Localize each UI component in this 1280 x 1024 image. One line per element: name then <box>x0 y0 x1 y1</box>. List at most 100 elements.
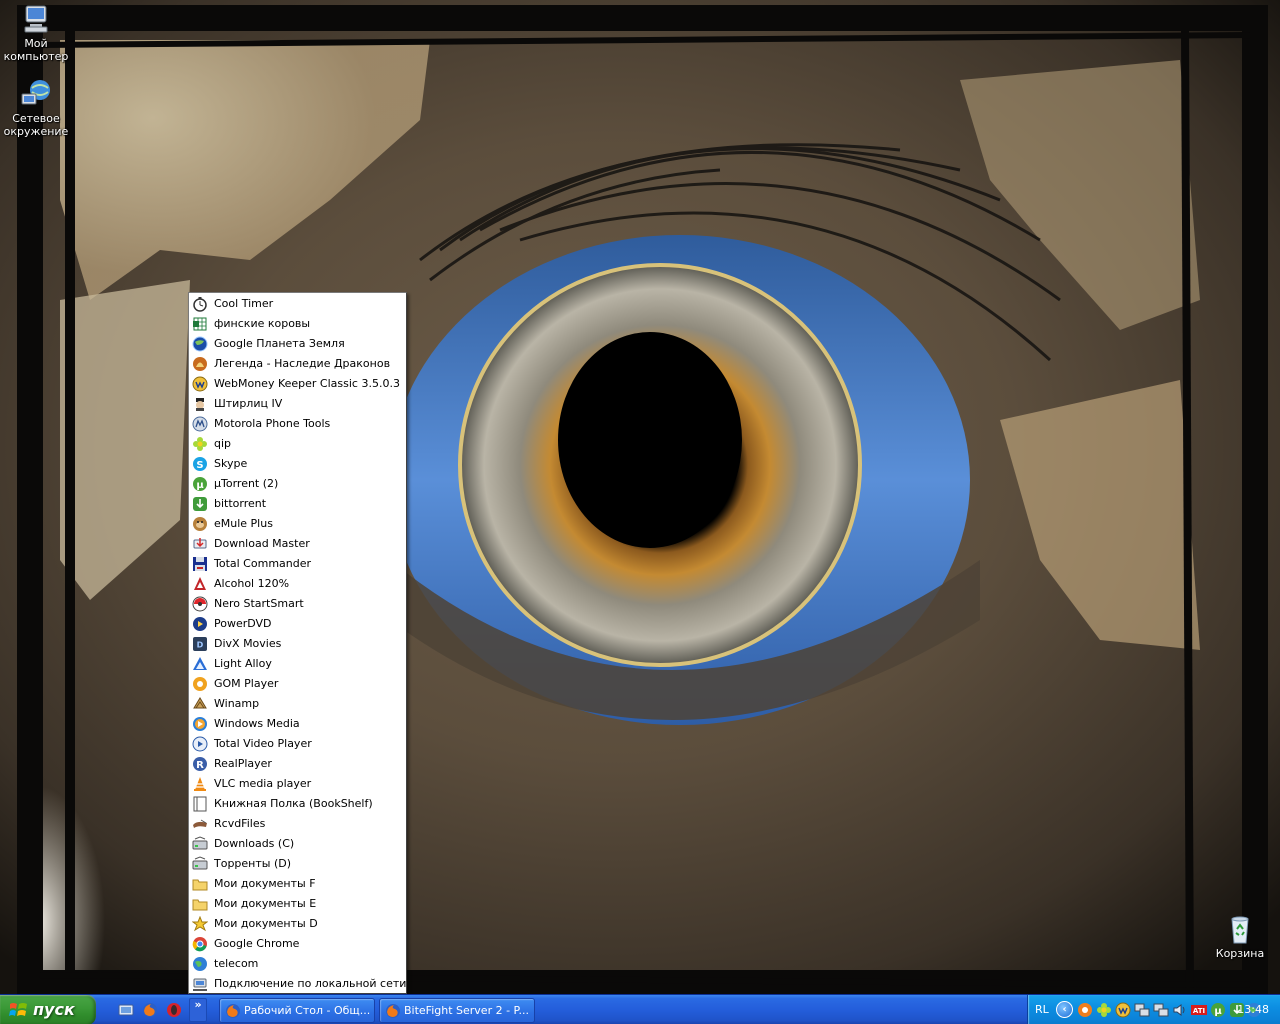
menu-item-24[interactable]: VLC media player <box>189 774 406 794</box>
menu-item-27[interactable]: Downloads (C) <box>189 834 406 854</box>
start-button[interactable]: пуск <box>0 995 96 1024</box>
network-places-icon <box>20 78 52 110</box>
menu-item-34[interactable]: Подключение по локальной сети <box>189 974 406 994</box>
menu-item-18[interactable]: Light Alloy <box>189 654 406 674</box>
menu-item-label: WebMoney Keeper Classic 3.5.0.3 <box>214 377 400 390</box>
menu-item-label: Мои документы E <box>214 897 317 910</box>
menu-item-14[interactable]: Alcohol 120% <box>189 574 406 594</box>
menu-item-1[interactable]: финские коровы <box>189 314 406 334</box>
avast-icon[interactable] <box>1077 1002 1093 1018</box>
menu-item-5[interactable]: Штирлиц IV <box>189 394 406 414</box>
menu-item-label: Total Commander <box>214 557 312 570</box>
menu-item-30[interactable]: Мои документы E <box>189 894 406 914</box>
taskbar: пуск » Рабочий Стол - Общ... BiteFight S… <box>0 994 1280 1024</box>
menu-item-15[interactable]: Nero StartSmart <box>189 594 406 614</box>
menu-item-32[interactable]: Google Chrome <box>189 934 406 954</box>
menu-item-12[interactable]: Download Master <box>189 534 406 554</box>
total-commander-icon <box>192 556 208 572</box>
menu-item-label: Торренты (D) <box>214 857 292 870</box>
speaker-icon[interactable] <box>1172 1002 1188 1018</box>
menu-item-29[interactable]: Мои документы F <box>189 874 406 894</box>
menu-item-label: Nero StartSmart <box>214 597 304 610</box>
menu-item-28[interactable]: Торренты (D) <box>189 854 406 874</box>
network-icon[interactable] <box>1134 1002 1150 1018</box>
menu-item-label: RealPlayer <box>214 757 272 770</box>
webmoney-icon[interactable] <box>1115 1002 1131 1018</box>
svg-text:S: S <box>196 460 203 471</box>
menu-item-19[interactable]: GOM Player <box>189 674 406 694</box>
utorrent-icon[interactable]: µ <box>1210 1002 1226 1018</box>
menu-item-label: RcvdFiles <box>214 817 266 830</box>
language-indicator[interactable]: RL <box>1035 1003 1049 1016</box>
svg-text:µ: µ <box>1214 1006 1222 1017</box>
menu-item-16[interactable]: PowerDVD <box>189 614 406 634</box>
bookshelf-icon <box>192 796 208 812</box>
qip-flower-icon[interactable] <box>1096 1002 1112 1018</box>
menu-item-label: Штирлиц IV <box>214 397 283 410</box>
menu-item-9[interactable]: µ µTorrent (2) <box>189 474 406 494</box>
system-tray: RL ‹ ATI µ 13:48 <box>1027 995 1280 1024</box>
svg-text:ATI: ATI <box>1193 1007 1205 1015</box>
dragon-game-icon <box>192 356 208 372</box>
clock[interactable]: 13:48 <box>1237 1003 1269 1016</box>
start-label: пуск <box>33 1000 75 1019</box>
svg-text:R: R <box>196 760 204 771</box>
opera-icon[interactable] <box>166 1002 182 1018</box>
menu-item-3[interactable]: Легенда - Наследие Драконов <box>189 354 406 374</box>
menu-item-4[interactable]: WebMoney Keeper Classic 3.5.0.3 <box>189 374 406 394</box>
firefox-icon[interactable] <box>142 1002 158 1018</box>
menu-item-21[interactable]: Windows Media <box>189 714 406 734</box>
menu-item-20[interactable]: Winamp <box>189 694 406 714</box>
menu-item-label: Мои документы F <box>214 877 316 890</box>
menu-item-label: Google Chrome <box>214 937 300 950</box>
task-button-desktop[interactable]: Рабочий Стол - Общ... <box>219 998 375 1023</box>
desktop-icon-my-computer[interactable]: Мой компьютер <box>0 3 72 63</box>
menu-item-23[interactable]: R RealPlayer <box>189 754 406 774</box>
menu-item-label: qip <box>214 437 232 450</box>
quick-launch-chevron[interactable]: » <box>189 998 207 1022</box>
menu-item-26[interactable]: RcvdFiles <box>189 814 406 834</box>
utorrent-icon: µ <box>192 476 208 492</box>
menu-item-label: Winamp <box>214 697 260 710</box>
folder-icon <box>192 896 208 912</box>
menu-item-label: DivX Movies <box>214 637 282 650</box>
menu-item-10[interactable]: bittorrent <box>189 494 406 514</box>
menu-item-31[interactable]: Мои документы D <box>189 914 406 934</box>
menu-item-33[interactable]: telecom <box>189 954 406 974</box>
desktop-icon-label: Корзина <box>1215 947 1265 960</box>
network-icon[interactable] <box>1153 1002 1169 1018</box>
menu-item-13[interactable]: Total Commander <box>189 554 406 574</box>
menu-item-22[interactable]: Total Video Player <box>189 734 406 754</box>
menu-item-label: bittorrent <box>214 497 267 510</box>
star-folder-icon <box>192 916 208 932</box>
quick-launch-overflow-menu: Cool Timer финские коровы Google Планета З… <box>188 292 407 994</box>
menu-item-label: Download Master <box>214 537 310 550</box>
menu-item-label: Total Video Player <box>214 737 312 750</box>
nero-icon <box>192 596 208 612</box>
desktop-icon-network-places[interactable]: Сетевое окружение <box>0 78 72 138</box>
show-desktop-icon[interactable] <box>118 1002 134 1018</box>
menu-item-label: Downloads (C) <box>214 837 295 850</box>
tray-expand-button[interactable]: ‹ <box>1056 1001 1073 1018</box>
vlc-cone-icon <box>192 776 208 792</box>
received-files-icon <box>192 816 208 832</box>
menu-item-17[interactable]: D DivX Movies <box>189 634 406 654</box>
task-button-bitefight[interactable]: BiteFight Server 2 - P... <box>379 998 535 1023</box>
download-master-icon <box>192 536 208 552</box>
menu-item-0[interactable]: Cool Timer <box>189 294 406 314</box>
menu-item-25[interactable]: Книжная Полка (BookShelf) <box>189 794 406 814</box>
menu-item-11[interactable]: eMule Plus <box>189 514 406 534</box>
menu-item-label: Light Alloy <box>214 657 272 670</box>
menu-item-7[interactable]: qip <box>189 434 406 454</box>
divx-icon: D <box>192 636 208 652</box>
ati-icon[interactable]: ATI <box>1191 1002 1207 1018</box>
menu-item-2[interactable]: Google Планета Земля <box>189 334 406 354</box>
menu-item-8[interactable]: S Skype <box>189 454 406 474</box>
task-button-label: Рабочий Стол - Общ... <box>244 1004 371 1017</box>
drive-shortcut-icon <box>192 856 208 872</box>
menu-item-6[interactable]: Motorola Phone Tools <box>189 414 406 434</box>
network-connection-icon <box>192 976 208 992</box>
svg-text:µ: µ <box>196 480 204 491</box>
desktop-icon-label: Мой компьютер <box>3 37 69 63</box>
desktop-icon-recycle-bin[interactable]: Корзина <box>1204 913 1276 960</box>
